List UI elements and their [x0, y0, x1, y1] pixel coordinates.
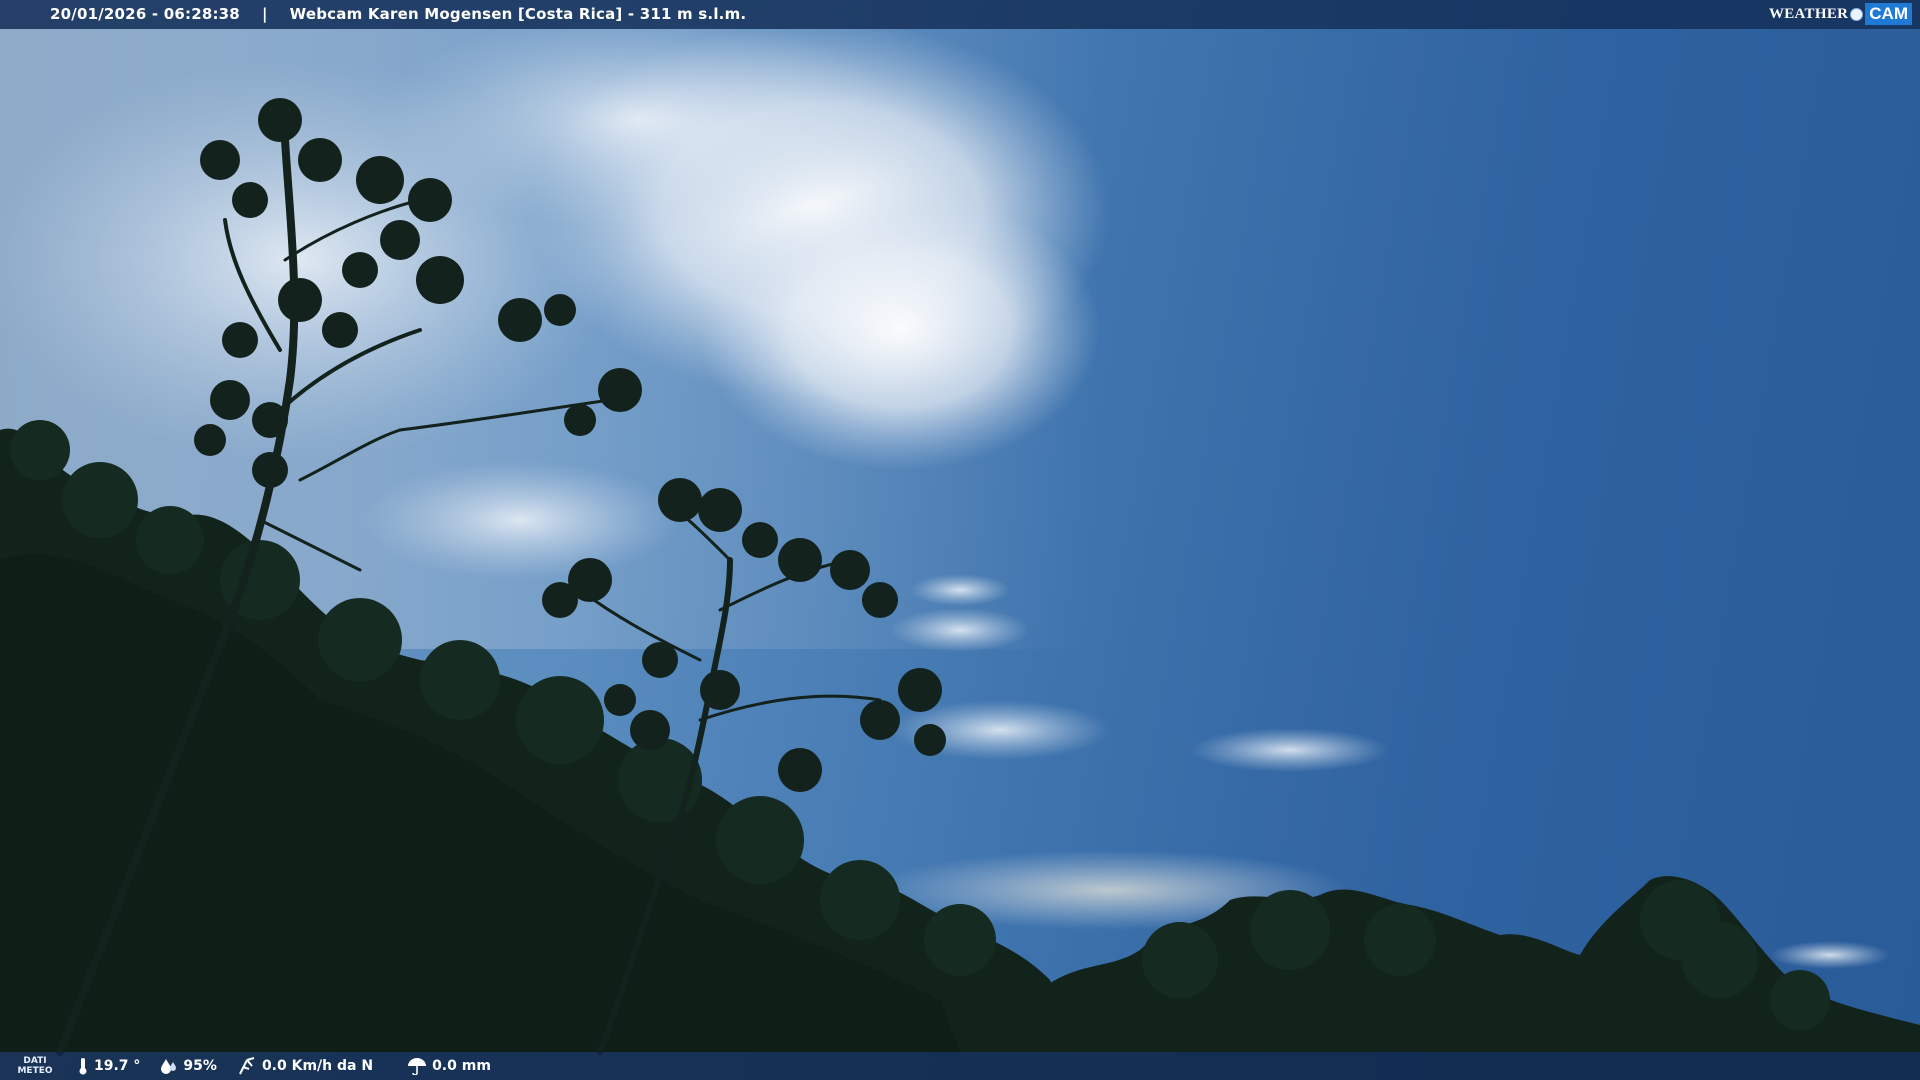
humidity-reading: 95%: [160, 1058, 217, 1074]
humidity-drop-icon: [161, 1059, 177, 1074]
weather-panel-label: DATI METEO: [13, 1056, 57, 1076]
rain-value: 0.0 mm: [432, 1058, 491, 1074]
landscape-scene: [0, 10, 1920, 1056]
humidity-value: 95%: [183, 1058, 217, 1074]
overlay-caption: 20/01/2026 - 06:28:38 | Webcam Karen Mogen…: [50, 5, 746, 23]
logo-dot-icon: [1850, 7, 1864, 21]
cloud: [360, 460, 680, 580]
thermometer-icon: [79, 1058, 87, 1075]
weather-data-bar: DATI METEO 19.7 ° 95% 0.0 Km/h da N 0.0 …: [0, 1052, 1920, 1080]
wind-reading: 0.0 Km/h da N: [237, 1057, 373, 1075]
logo-weather-text: WEATHER: [1768, 5, 1849, 22]
rain-umbrella-icon: [408, 1058, 427, 1075]
cloud: [1190, 728, 1390, 772]
cloud: [910, 574, 1010, 606]
panel-label-line2: METEO: [17, 1066, 53, 1076]
separator: |: [261, 5, 268, 23]
panel-label-line1: DATI: [23, 1056, 47, 1066]
wind-vane-icon: [239, 1057, 255, 1075]
temperature-reading: 19.7 °: [77, 1057, 140, 1075]
cloud: [0, 60, 620, 460]
wind-value: 0.0 Km/h da N: [261, 1058, 374, 1074]
logo-cam-text: CAM: [1865, 3, 1912, 25]
cloud: [1770, 941, 1890, 969]
top-info-bar: 20/01/2026 - 06:28:38 | Webcam Karen Mogen…: [0, 0, 1920, 29]
timestamp: 20/01/2026 - 06:28:38: [50, 5, 240, 23]
webcam-image: [0, 0, 1920, 1080]
cloud: [890, 608, 1030, 652]
rain-reading: 0.0 mm: [407, 1057, 491, 1075]
temperature-value: 19.7 °: [94, 1058, 141, 1074]
cloud: [700, 190, 1100, 470]
camera-title: Webcam Karen Mogensen [Costa Rica] - 311…: [289, 5, 747, 23]
weathercam-logo[interactable]: WEATHER CAM: [1769, 3, 1912, 25]
